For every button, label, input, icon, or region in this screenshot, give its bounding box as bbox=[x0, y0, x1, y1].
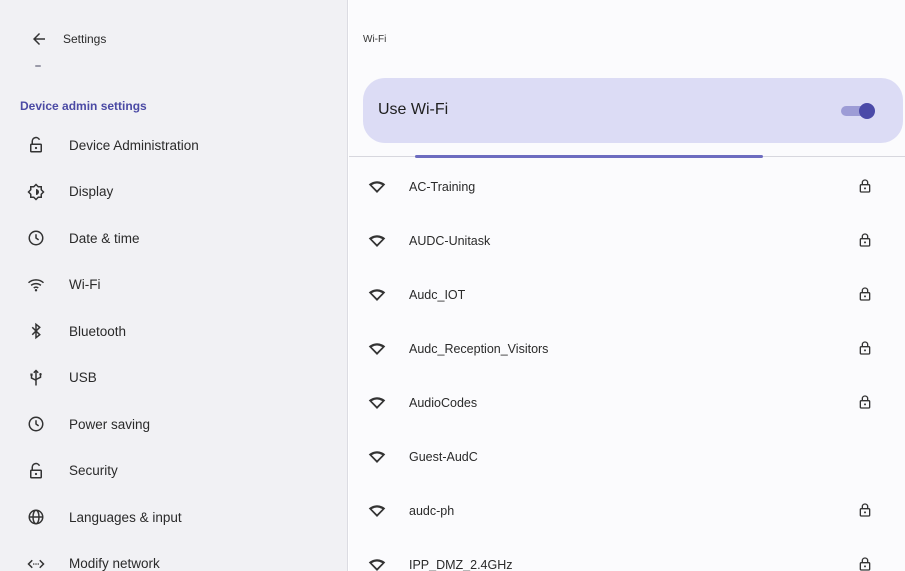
use-wifi-label: Use Wi-Fi bbox=[378, 101, 449, 118]
wifi-icon bbox=[26, 275, 46, 295]
usb-icon bbox=[26, 368, 46, 388]
lock-icon bbox=[859, 557, 871, 571]
network-name: Guest-AudC bbox=[409, 450, 478, 464]
clock-icon bbox=[26, 414, 46, 434]
sidebar-title: Settings bbox=[63, 32, 107, 46]
network-list: AC-Training AUDC-Unitask Audc_IOT Audc_R… bbox=[349, 163, 905, 571]
wifi-signal-icon bbox=[368, 343, 386, 355]
globe-icon bbox=[26, 507, 46, 527]
wifi-signal-icon bbox=[368, 235, 386, 247]
brightness-icon bbox=[26, 182, 46, 202]
code-icon bbox=[26, 554, 46, 571]
lock-icon bbox=[859, 233, 871, 247]
network-row[interactable]: AUDC-Unitask bbox=[349, 217, 905, 271]
bluetooth-icon bbox=[26, 321, 46, 341]
use-wifi-toggle[interactable] bbox=[841, 103, 875, 119]
sidebar-item-bluetooth[interactable]: Bluetooth bbox=[0, 308, 347, 355]
sidebar-item-label: Security bbox=[69, 463, 118, 479]
network-name: AUDC-Unitask bbox=[409, 234, 491, 248]
toggle-thumb bbox=[859, 103, 875, 119]
back-arrow-icon[interactable] bbox=[28, 28, 50, 50]
clock-icon bbox=[26, 228, 46, 248]
network-name: IPP_DMZ_2.4GHz bbox=[409, 558, 513, 571]
use-wifi-card[interactable]: Use Wi-Fi bbox=[363, 78, 903, 143]
network-name: AudioCodes bbox=[409, 396, 478, 410]
network-name: Audc_IOT bbox=[409, 288, 466, 302]
lock-icon bbox=[859, 503, 871, 517]
wifi-signal-icon bbox=[368, 289, 386, 301]
wifi-panel: Wi-Fi Use Wi-Fi AC-Training AUDC-Unitask… bbox=[349, 0, 905, 571]
unlock-icon bbox=[26, 135, 46, 155]
lock-icon bbox=[859, 341, 871, 355]
lock-icon bbox=[859, 287, 871, 301]
sidebar-item-label: Display bbox=[69, 184, 114, 200]
scan-progress-bar bbox=[415, 155, 763, 158]
sidebar-item-security[interactable]: Security bbox=[0, 448, 347, 495]
sidebar-item-label: Power saving bbox=[69, 416, 151, 432]
network-row[interactable]: Guest-AudC bbox=[349, 433, 905, 487]
network-row[interactable]: AudioCodes bbox=[349, 379, 905, 433]
sidebar-item-label: Date & time bbox=[69, 230, 140, 246]
sidebar-item-power-saving[interactable]: Power saving bbox=[0, 401, 347, 448]
section-header: Device admin settings bbox=[20, 99, 147, 113]
wifi-signal-icon bbox=[368, 505, 386, 517]
network-row[interactable]: AC-Training bbox=[349, 163, 905, 217]
sidebar-item-modify-network[interactable]: Modify network bbox=[0, 541, 347, 571]
sidebar-item-usb[interactable]: USB bbox=[0, 355, 347, 402]
sidebar-item-label: Bluetooth bbox=[69, 323, 127, 339]
lock-icon bbox=[859, 179, 871, 193]
network-row[interactable]: audc-ph bbox=[349, 487, 905, 541]
sidebar-item-device-administration[interactable]: Device Administration bbox=[0, 122, 347, 169]
scroll-indicator bbox=[35, 65, 41, 67]
wifi-signal-icon bbox=[368, 451, 386, 463]
settings-sidebar: Settings Device admin settings Device Ad… bbox=[0, 0, 348, 571]
sidebar-item-label: Wi-Fi bbox=[69, 277, 101, 293]
sidebar-item-label: Modify network bbox=[69, 556, 160, 571]
wifi-signal-icon bbox=[368, 397, 386, 409]
sidebar-item-label: Languages & input bbox=[69, 509, 182, 525]
network-row[interactable]: IPP_DMZ_2.4GHz bbox=[349, 541, 905, 571]
wifi-signal-icon bbox=[368, 559, 386, 571]
wifi-signal-icon bbox=[368, 181, 386, 193]
sidebar-item-date-time[interactable]: Date & time bbox=[0, 215, 347, 262]
sidebar-item-display[interactable]: Display bbox=[0, 169, 347, 216]
network-name: Audc_Reception_Visitors bbox=[409, 342, 549, 356]
network-name: AC-Training bbox=[409, 180, 476, 194]
settings-menu: Device Administration Display Date & tim… bbox=[0, 122, 347, 571]
sidebar-header: Settings bbox=[0, 0, 347, 60]
lock-icon bbox=[859, 395, 871, 409]
unlock-icon bbox=[26, 461, 46, 481]
sidebar-item-label: USB bbox=[69, 370, 97, 386]
sidebar-item-languages-input[interactable]: Languages & input bbox=[0, 494, 347, 541]
network-row[interactable]: Audc_Reception_Visitors bbox=[349, 325, 905, 379]
network-row[interactable]: Audc_IOT bbox=[349, 271, 905, 325]
network-name: audc-ph bbox=[409, 504, 455, 518]
page-title: Wi-Fi bbox=[363, 34, 387, 45]
sidebar-item-wifi[interactable]: Wi-Fi bbox=[0, 262, 347, 309]
sidebar-item-label: Device Administration bbox=[69, 137, 199, 153]
